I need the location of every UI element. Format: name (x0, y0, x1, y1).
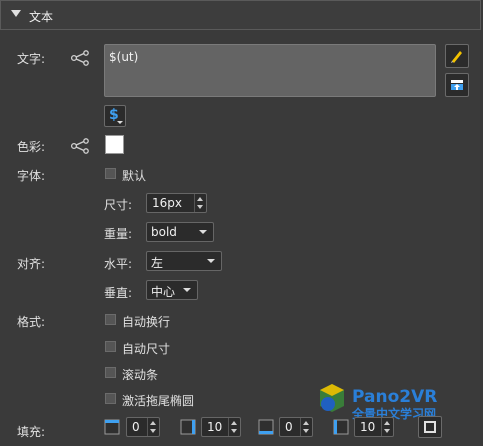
stepper-down-icon[interactable] (197, 205, 203, 209)
stepper-down-icon[interactable] (303, 429, 309, 433)
text-label: 文字: (17, 52, 46, 66)
padding-right-value: 10 (207, 420, 223, 434)
stepper-up-icon[interactable] (150, 421, 156, 425)
vertical-align-value: 中心 (151, 285, 176, 299)
default-font-label: 默认 (122, 169, 147, 183)
chevron-down-icon (207, 259, 215, 263)
word-wrap-label: 自动换行 (122, 315, 171, 329)
padding-right-icon (180, 419, 196, 435)
padding-top-stepper[interactable]: 0 (126, 417, 160, 437)
font-weight-value: bold (151, 225, 177, 239)
padding-bottom-icon (258, 419, 274, 435)
stepper-buttons[interactable] (147, 418, 159, 436)
stepper-buttons[interactable] (300, 418, 312, 436)
font-size-value: 16px (152, 196, 182, 210)
padding-right-stepper[interactable]: 10 (201, 417, 241, 437)
padding-top-value: 0 (132, 420, 140, 434)
pencil-icon (451, 51, 462, 63)
padding-bottom-value: 0 (285, 420, 293, 434)
insert-arrow-icon (451, 80, 463, 90)
watermark-brand: Pano2VR (352, 387, 437, 407)
share-link-icon[interactable] (70, 50, 90, 66)
auto-size-label: 自动尺寸 (122, 342, 171, 356)
stepper-buttons[interactable] (194, 194, 206, 212)
ellipsis-label: 激活拖尾椭圆 (122, 394, 195, 408)
insert-button[interactable] (445, 73, 469, 97)
ellipsis-checkbox[interactable] (105, 393, 116, 404)
padding-left-stepper[interactable]: 10 (354, 417, 394, 437)
font-weight-label: 重量: (104, 227, 133, 241)
format-label: 格式: (17, 315, 46, 329)
default-font-checkbox[interactable] (105, 168, 116, 179)
section-header-text[interactable]: 文本 (0, 0, 481, 30)
stepper-up-icon[interactable] (384, 421, 390, 425)
auto-size-checkbox[interactable] (105, 341, 116, 352)
edit-text-button[interactable] (445, 44, 469, 68)
align-label: 对齐: (17, 257, 46, 271)
horizontal-align-label: 水平: (104, 257, 133, 271)
padding-bottom-stepper[interactable]: 0 (279, 417, 313, 437)
padding-left-icon (333, 419, 349, 435)
stepper-up-icon[interactable] (303, 421, 309, 425)
collapse-triangle-icon[interactable] (11, 10, 21, 17)
font-weight-select[interactable]: bold (146, 222, 214, 242)
font-size-stepper[interactable]: 16px (146, 193, 207, 213)
horizontal-align-select[interactable]: 左 (146, 251, 222, 271)
horizontal-align-value: 左 (151, 256, 164, 270)
chevron-down-icon (183, 288, 191, 292)
stepper-down-icon[interactable] (384, 429, 390, 433)
word-wrap-checkbox[interactable] (105, 314, 116, 325)
dropdown-arrow-icon (117, 121, 123, 124)
stepper-down-icon[interactable] (150, 429, 156, 433)
font-label: 字体: (17, 169, 46, 183)
scrollbar-label: 滚动条 (122, 368, 159, 382)
font-size-label: 尺寸: (104, 198, 133, 212)
padding-all-button[interactable] (418, 416, 442, 438)
text-input[interactable]: $(ut) (104, 44, 436, 97)
stepper-down-icon[interactable] (231, 429, 237, 433)
section-title: 文本 (29, 10, 54, 24)
pano2vr-watermark-logo: Pano2VR 全景中文学习网 (320, 384, 437, 421)
vertical-align-label: 垂直: (104, 286, 133, 300)
scrollbar-checkbox[interactable] (105, 367, 116, 378)
padding-label: 填充: (17, 425, 46, 439)
stepper-up-icon[interactable] (231, 421, 237, 425)
color-swatch[interactable] (105, 135, 124, 154)
stepper-buttons[interactable] (228, 418, 240, 436)
color-label: 色彩: (17, 140, 46, 154)
padding-top-icon (104, 419, 120, 435)
variable-button[interactable]: $ (104, 105, 126, 127)
stepper-buttons[interactable] (381, 418, 393, 436)
vertical-align-select[interactable]: 中心 (146, 280, 198, 300)
stepper-up-icon[interactable] (197, 197, 203, 201)
share-link-icon[interactable] (70, 138, 90, 154)
chevron-down-icon (199, 230, 207, 234)
padding-left-value: 10 (360, 420, 376, 434)
square-outline-icon (424, 421, 436, 433)
